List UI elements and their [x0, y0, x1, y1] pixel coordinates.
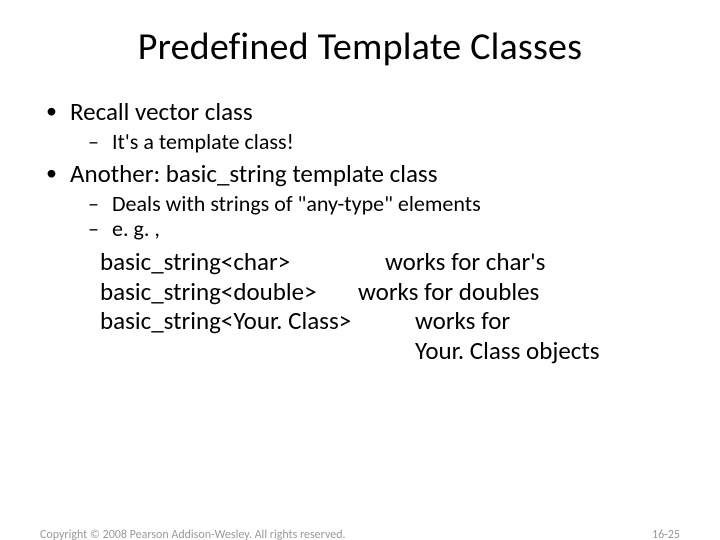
sub-bullet-item: e. g. , [70, 216, 680, 241]
example-code: basic_string<double> [100, 277, 358, 307]
example-row: basic_string<double> works for doubles [100, 277, 680, 307]
bullet-text: Recall vector class [70, 96, 253, 127]
sub-bullet-text: Deals with strings of "any-type" element… [112, 190, 481, 217]
example-code: basic_string<Your. Class> [100, 306, 415, 336]
example-row: basic_string<Your. Class> works for [100, 306, 680, 336]
bullet-item: Another: basic_string template class Dea… [40, 160, 680, 365]
bullet-text: Another: basic_string template class [70, 158, 437, 189]
slide-body: Recall vector class It's a template clas… [0, 98, 720, 365]
sub-bullet-text: It's a template class! [112, 128, 294, 155]
example-row: Your. Class objects [100, 336, 680, 366]
slide: Predefined Template Classes Recall vecto… [0, 24, 720, 540]
footer-copyright: Copyright © 2008 Pearson Addison-Wesley.… [40, 528, 346, 540]
sub-bullet-list: Deals with strings of "any-type" element… [70, 191, 680, 242]
sub-bullet-item: Deals with strings of "any-type" element… [70, 191, 680, 216]
example-code: basic_string<char> [100, 247, 385, 277]
example-desc: works for doubles [358, 277, 539, 307]
example-row: basic_string<char> works for char's [100, 247, 680, 277]
sub-bullet-list: It's a template class! [70, 129, 680, 154]
example-desc: works for char's [385, 247, 545, 277]
slide-title: Predefined Template Classes [0, 24, 720, 70]
bullet-list: Recall vector class It's a template clas… [40, 98, 680, 365]
footer-page-number: 16-25 [652, 528, 680, 540]
example-desc: works for [415, 306, 510, 336]
examples-block: basic_string<char> works for char's basi… [100, 247, 680, 365]
bullet-item: Recall vector class It's a template clas… [40, 98, 680, 154]
example-desc-cont: Your. Class objects [100, 336, 600, 366]
sub-bullet-item: It's a template class! [70, 129, 680, 154]
sub-bullet-text: e. g. , [112, 215, 160, 242]
